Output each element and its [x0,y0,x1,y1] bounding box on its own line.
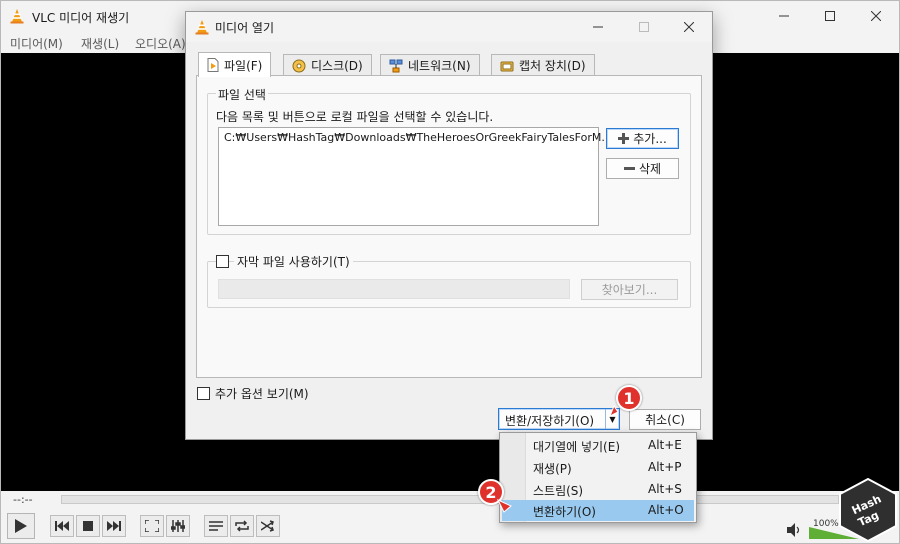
subtitle-path-field [218,279,570,299]
tab-disc[interactable]: 디스크(D) [283,54,372,76]
playback-controls: 100% [1,509,899,543]
minimize-button[interactable] [761,1,807,31]
menu-item-label: 스트림(S) [533,484,584,498]
pointer-arrow-icon [496,498,512,513]
browse-subtitle-button: 찾아보기... [581,279,678,300]
vlc-cone-icon [10,9,24,24]
shuffle-button[interactable] [256,515,280,537]
tab-file[interactable]: 파일(F) [198,52,272,77]
plus-icon [618,133,630,144]
remove-file-button[interactable]: 삭제 [606,158,679,179]
fullscreen-button[interactable] [140,515,164,537]
file-tab-panel: 파일 선택 다음 목록 및 버튼으로 로컬 파일을 선택할 수 있습니다. C:… [196,75,702,378]
file-select-description: 다음 목록 및 버튼으로 로컬 파일을 선택할 수 있습니다. [216,110,494,124]
menu-audio[interactable]: 오디오(A) [135,35,186,52]
tab-label: 네트워크(N) [408,59,471,73]
menu-item-convert[interactable]: 변환하기(O) Alt+O [502,500,694,521]
dialog-minimize-button[interactable] [575,12,621,42]
file-icon [207,58,219,72]
menu-item-play[interactable]: 재생(P) Alt+P [502,457,694,478]
play-button[interactable] [7,513,35,539]
maximize-button[interactable] [807,1,853,31]
stop-button[interactable] [76,515,100,537]
network-icon [389,59,403,72]
tab-label: 디스크(D) [311,59,363,73]
step-number: 1 [623,388,635,408]
subtitle-group: 자막 파일 사용하기(T) 찾아보기... [207,253,691,308]
open-media-dialog: 미디어 열기 파일(F) 디스크(D) 네트워크(N) 캡처 장치(D) 파일 … [185,11,713,440]
disc-icon [292,59,306,72]
menu-item-enqueue[interactable]: 대기열에 넣기(E) Alt+E [502,435,694,456]
cancel-button[interactable]: 취소(C) [629,409,701,430]
extended-settings-button[interactable] [166,515,190,537]
skip-next-icon [107,521,121,531]
convert-save-label: 변환/저장하기(O) [505,414,595,428]
convert-save-split-button[interactable]: 변환/저장하기(O) ▼ [498,408,620,430]
minimize-icon [779,15,789,17]
vlc-cone-icon [195,20,209,35]
tab-network[interactable]: 네트워크(N) [380,54,480,76]
loop-icon [235,520,249,532]
maximize-icon [825,11,835,21]
remove-file-label: 삭제 [638,162,662,176]
previous-button[interactable] [50,515,74,537]
dialog-maximize-button [621,12,667,42]
loop-button[interactable] [230,515,254,537]
next-button[interactable] [102,515,126,537]
close-icon [871,11,881,21]
maximize-icon [639,22,649,32]
close-button[interactable] [853,1,899,31]
menu-item-label: 변환하기(O) [533,505,596,519]
elapsed-time: --:-- [13,493,33,506]
menu-playback[interactable]: 재생(L) [81,35,119,52]
dialog-titlebar[interactable]: 미디어 열기 [186,12,712,42]
menu-item-shortcut: Alt+O [648,503,684,517]
use-subtitle-checkbox[interactable] [216,255,229,268]
tab-capture-device[interactable]: 캡처 장치(D) [491,54,595,76]
dialog-close-button[interactable] [666,12,712,42]
tab-label: 파일(F) [224,58,263,73]
pointer-arrow-icon [609,404,619,418]
hashtag-logo: Hash Tag [839,478,897,542]
shuffle-icon [261,520,274,532]
close-icon [684,22,694,32]
menu-item-shortcut: Alt+E [648,438,682,452]
playlist-button[interactable] [204,515,228,537]
file-select-group: 파일 선택 다음 목록 및 버튼으로 로컬 파일을 선택할 수 있습니다. C:… [207,86,691,235]
main-window-title: VLC 미디어 재생기 [32,11,130,25]
seek-row: --:-- [1,491,899,509]
menu-item-label: 재생(P) [533,462,572,476]
equalizer-icon [171,520,185,532]
browse-label: 찾아보기... [601,283,658,297]
use-subtitle-label[interactable]: 자막 파일 사용하기(T) [234,253,353,270]
minimize-icon [593,26,603,28]
add-file-button[interactable]: 추가... [606,128,679,149]
show-more-options-label[interactable]: 추가 옵션 보기(M) [215,385,309,402]
playlist-icon [209,521,223,531]
fullscreen-icon [145,520,159,532]
menu-item-label: 대기열에 넣기(E) [533,440,621,454]
menu-item-stream[interactable]: 스트림(S) Alt+S [502,479,694,500]
cancel-label: 취소(C) [645,413,685,427]
seek-slider[interactable] [61,495,839,504]
convert-save-dropdown-menu: 대기열에 넣기(E) Alt+E 재생(P) Alt+P 스트림(S) Alt+… [499,432,697,523]
file-list[interactable]: C:₩Users₩HashTag₩Downloads₩TheHeroesOrGr… [218,127,612,226]
minus-icon [623,167,635,170]
skip-previous-icon [55,521,69,531]
capture-device-icon [500,61,514,71]
menu-media[interactable]: 미디어(M) [10,35,63,52]
show-more-options-checkbox[interactable] [197,387,210,400]
add-file-label: 추가... [633,132,667,146]
menu-item-shortcut: Alt+S [648,482,682,496]
dialog-title: 미디어 열기 [215,21,275,35]
stop-icon [83,521,93,531]
speaker-icon [787,523,800,537]
tab-label: 캡처 장치(D) [519,59,586,73]
menu-item-shortcut: Alt+P [648,460,682,474]
step-number: 2 [485,482,497,502]
file-select-title: 파일 선택 [216,86,268,103]
file-list-item[interactable]: C:₩Users₩HashTag₩Downloads₩TheHeroesOrGr… [224,131,612,144]
play-icon [15,519,27,533]
